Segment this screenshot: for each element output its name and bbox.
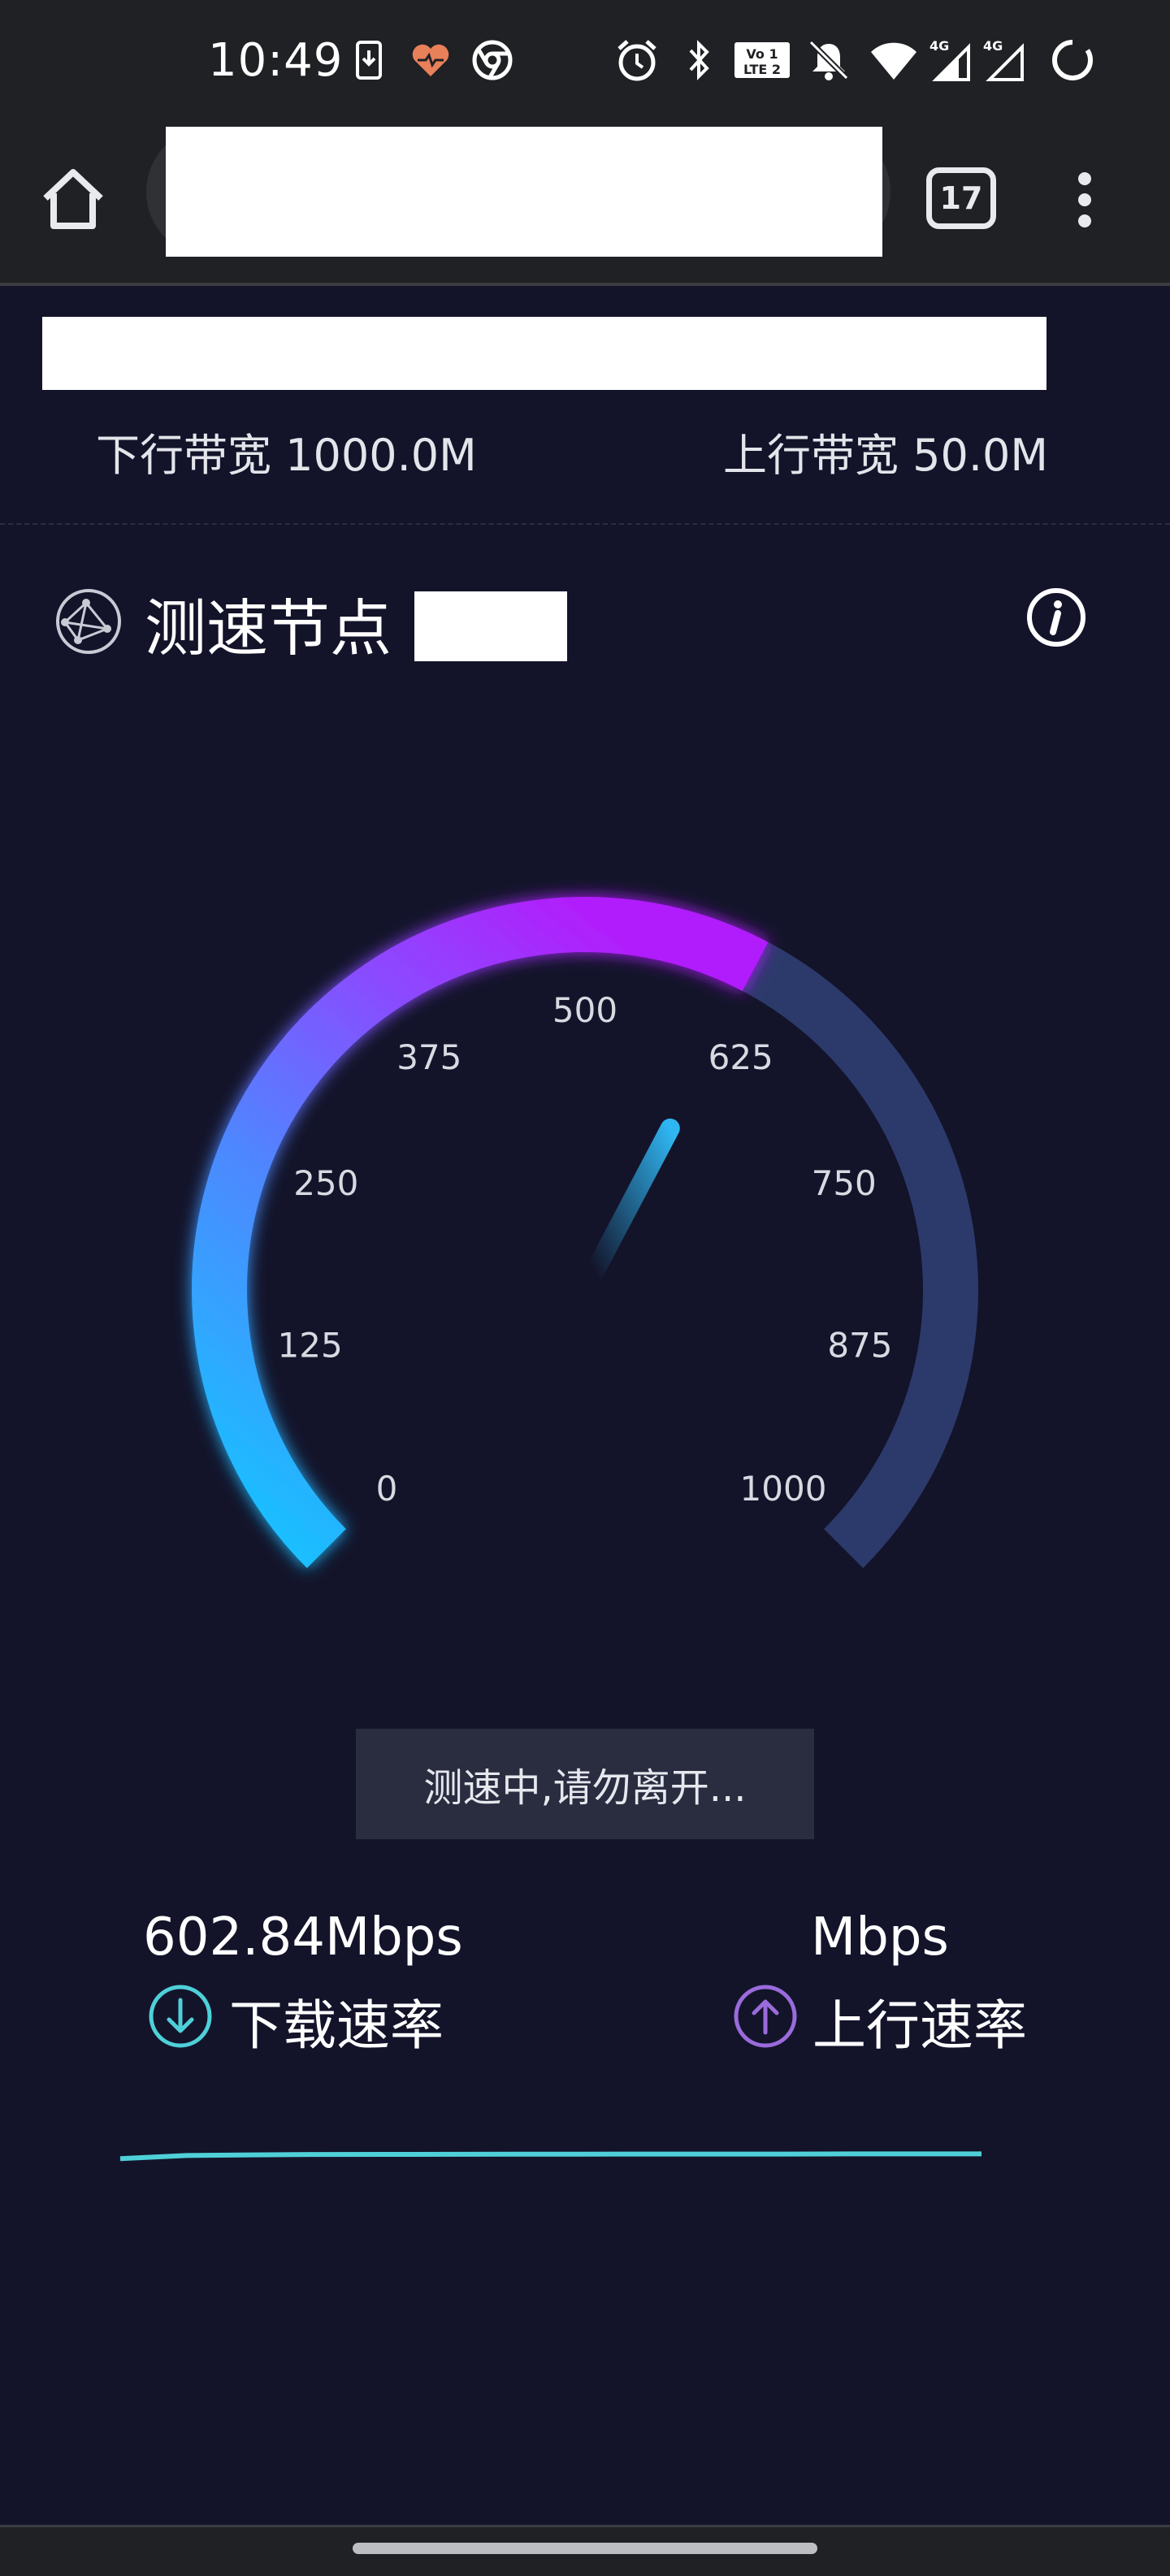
node-name-redaction bbox=[414, 591, 567, 661]
alarm-icon bbox=[618, 40, 656, 81]
gauge-tick-label: 0 bbox=[376, 1469, 398, 1509]
speed-test-node-label: 测速节点 bbox=[145, 592, 392, 665]
signal-4g-icon: 4G bbox=[930, 38, 970, 81]
download-notification-icon bbox=[356, 41, 382, 80]
svg-text:LTE 2: LTE 2 bbox=[743, 62, 781, 77]
speed-gauge: 0 125 250 375 500 625 750 875 1000 bbox=[192, 897, 978, 1569]
signal-4g-icon: 4G bbox=[983, 38, 1024, 81]
wifi-icon bbox=[871, 42, 916, 80]
download-speed-value: 602.84Mbps bbox=[143, 1907, 463, 1968]
network-node-icon bbox=[56, 589, 121, 654]
status-time: 10:49 bbox=[208, 34, 344, 87]
speed-trace-line bbox=[119, 2151, 982, 2162]
gauge-tick-label: 1000 bbox=[740, 1469, 827, 1509]
speed-trace-chart bbox=[119, 2151, 982, 2162]
download-arrow-icon bbox=[149, 1985, 212, 2048]
downstream-bandwidth: 下行带宽 1000.0M bbox=[96, 430, 477, 481]
bluetooth-icon bbox=[689, 40, 709, 80]
gauge-tick-label: 750 bbox=[812, 1163, 877, 1203]
volte-icon: Vo 1 LTE 2 bbox=[734, 42, 790, 78]
tabs-button[interactable]: 17 bbox=[926, 167, 996, 229]
more-menu-icon[interactable] bbox=[1056, 159, 1113, 240]
svg-text:4G: 4G bbox=[930, 38, 949, 54]
gauge-tick-labels: 0 125 250 375 500 625 750 875 1000 bbox=[278, 990, 893, 1509]
loading-circle-icon bbox=[1052, 39, 1093, 80]
gauge-needle bbox=[584, 1118, 680, 1282]
home-gesture-handle[interactable] bbox=[353, 2543, 817, 2554]
upstream-bandwidth: 上行带宽 50.0M bbox=[723, 430, 1048, 481]
gauge-tick-label: 625 bbox=[708, 1037, 774, 1077]
upload-speed-value: Mbps bbox=[811, 1907, 949, 1968]
mute-icon bbox=[808, 40, 849, 80]
info-icon[interactable] bbox=[1025, 587, 1087, 648]
gauge-tick-label: 875 bbox=[827, 1325, 892, 1365]
top-redaction bbox=[42, 317, 1046, 390]
svg-text:4G: 4G bbox=[983, 38, 1003, 54]
gauge-track bbox=[742, 942, 978, 1569]
gauge-tick-label: 125 bbox=[278, 1325, 343, 1365]
home-icon[interactable] bbox=[32, 159, 114, 240]
upload-arrow-icon bbox=[734, 1985, 797, 2048]
chrome-icon bbox=[472, 40, 513, 80]
download-speed-label: 下载速率 bbox=[229, 1994, 444, 2057]
testing-status-message: 测速中,请勿离开... bbox=[356, 1729, 814, 1839]
svg-text:Vo 1: Vo 1 bbox=[746, 46, 778, 62]
gauge-tick-label: 375 bbox=[396, 1037, 462, 1077]
url-redaction bbox=[166, 127, 882, 257]
gauge-tick-label: 500 bbox=[552, 990, 618, 1030]
heart-app-icon bbox=[412, 44, 449, 76]
upload-speed-label: 上行速率 bbox=[812, 1994, 1027, 2057]
section-divider bbox=[0, 523, 1170, 525]
gauge-tick-label: 250 bbox=[293, 1163, 358, 1203]
gauge-progress-arc bbox=[192, 897, 769, 1569]
